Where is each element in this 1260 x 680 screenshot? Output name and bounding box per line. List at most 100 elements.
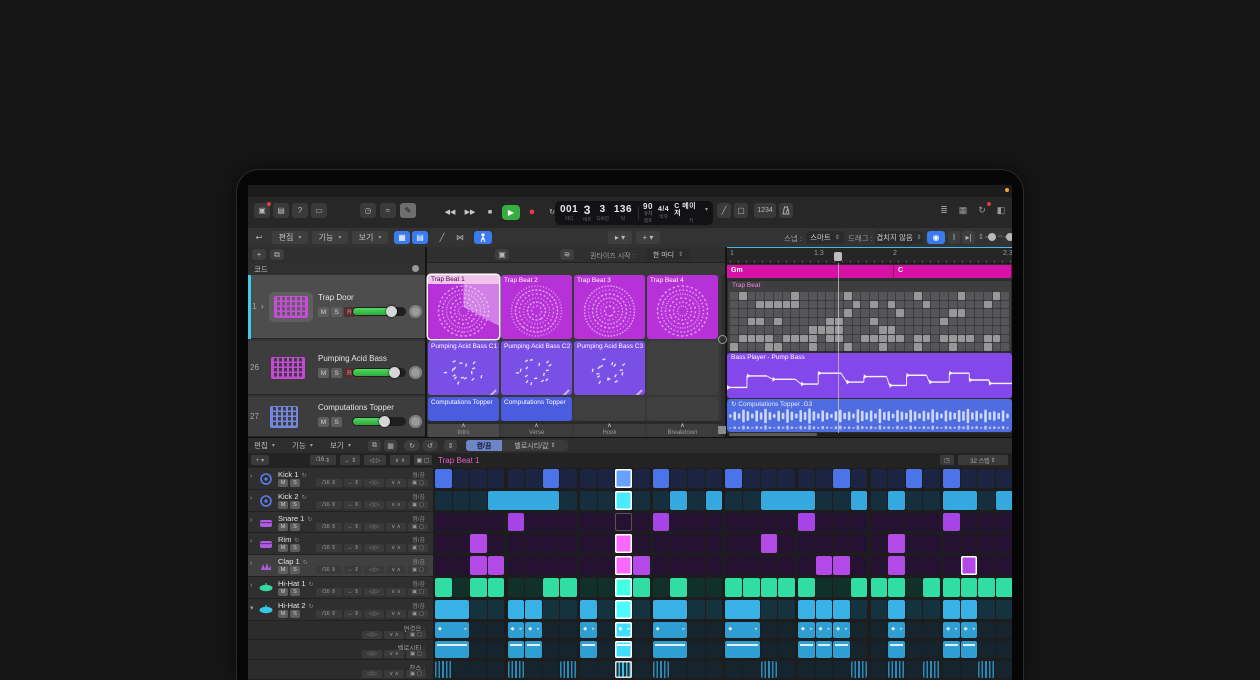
pattern-step[interactable] [861, 318, 869, 326]
step-cell[interactable] [580, 469, 597, 488]
pattern-step[interactable] [896, 309, 904, 317]
pattern-step[interactable] [966, 343, 974, 351]
chord-global-track[interactable]: 코드 [248, 262, 425, 276]
loop-cell-trap-beat-2[interactable]: Trap Beat 2 [501, 275, 572, 339]
loop-cell-trap-beat-1[interactable]: Trap Beat 1 [428, 275, 499, 339]
step-cell[interactable] [816, 556, 833, 575]
disclosure-icon[interactable]: › [250, 517, 252, 524]
m-button[interactable]: M [278, 588, 288, 596]
pattern-step[interactable] [914, 309, 922, 317]
pattern-step[interactable] [931, 301, 939, 309]
pattern-step[interactable] [800, 343, 808, 351]
octave-header-buttons[interactable]: ∨ ∧ [390, 455, 410, 465]
step-cell[interactable] [435, 491, 452, 510]
step-cell[interactable] [508, 641, 525, 658]
pattern-step[interactable] [765, 326, 773, 334]
step-cell[interactable] [598, 556, 615, 575]
step-cell[interactable] [435, 661, 452, 678]
arrange-scroll-thumb[interactable] [729, 433, 817, 436]
step-cell[interactable] [888, 513, 905, 532]
pattern-step[interactable] [888, 326, 896, 334]
pattern-step[interactable] [958, 343, 966, 351]
division-select[interactable]: /16 ⇕ [316, 544, 342, 552]
s-button[interactable]: S [331, 368, 342, 378]
pattern-step[interactable] [870, 292, 878, 300]
pattern-step[interactable] [818, 292, 826, 300]
step-cell[interactable] [560, 600, 577, 619]
pattern-step[interactable] [739, 326, 747, 334]
step-cell[interactable] [978, 578, 995, 597]
track-row-pumping-acid-bass[interactable]: 26Pumping Acid BassMSRI [248, 341, 425, 395]
step-cell[interactable] [453, 491, 470, 510]
step-cell[interactable] [598, 578, 615, 597]
step-cell[interactable] [833, 600, 850, 619]
step-cell[interactable] [798, 641, 815, 658]
step-cell[interactable] [906, 600, 923, 619]
pan-knob[interactable] [409, 305, 422, 318]
octave-buttons[interactable]: ∨ ∧ [386, 544, 406, 552]
step-cell[interactable] [435, 600, 469, 619]
rotate-buttons[interactable]: ◁ ▷ [364, 588, 384, 596]
step-cell[interactable] [525, 661, 542, 678]
pattern-step[interactable] [984, 326, 992, 334]
step-cell[interactable] [943, 578, 960, 597]
scene-trigger-verse[interactable]: ∧Verse [501, 424, 572, 437]
step-cell[interactable] [615, 578, 632, 597]
pattern-step[interactable] [993, 292, 1001, 300]
step-cell[interactable] [816, 534, 833, 553]
step-cell[interactable] [778, 622, 795, 639]
loop-browser-icon[interactable]: ↻ [974, 203, 990, 218]
step-cell[interactable] [706, 556, 723, 575]
scene-grid-icon[interactable] [718, 426, 726, 434]
step-cell[interactable] [470, 641, 487, 658]
seq-row-header-rim[interactable]: ›Rim↻켬/끔MS/16 ⇕→ ⇕◁ ▷∨ ∧▣ ▢ [248, 533, 433, 555]
step-cell[interactable] [761, 622, 778, 639]
pattern-step[interactable] [756, 343, 764, 351]
pattern-step[interactable] [809, 301, 817, 309]
step-cell[interactable] [871, 578, 888, 597]
step-cell[interactable] [488, 534, 505, 553]
step-cell[interactable] [888, 578, 905, 597]
rotate-buttons[interactable]: ◁ ▷ [364, 544, 384, 552]
step-cell[interactable] [598, 469, 615, 488]
step-cell[interactable] [453, 469, 470, 488]
rotate-left-icon[interactable]: ↺ [422, 440, 438, 451]
pattern-step[interactable] [975, 292, 983, 300]
fill-buttons[interactable]: ▣ ▢ [408, 566, 428, 574]
media-browser-icon[interactable]: ◧ [993, 203, 1009, 218]
step-cell[interactable] [725, 534, 742, 553]
pattern-step[interactable] [966, 335, 974, 343]
step-cell[interactable] [525, 641, 542, 658]
step-cell[interactable] [725, 641, 759, 658]
pattern-step[interactable] [774, 301, 782, 309]
step-cell[interactable] [615, 641, 632, 658]
step-cell[interactable] [906, 556, 923, 575]
step-cell[interactable] [508, 556, 525, 575]
pattern-step[interactable] [879, 301, 887, 309]
m-button[interactable]: M [278, 501, 288, 509]
loop-cell-empty[interactable] [647, 341, 718, 395]
division-select[interactable]: /16 ⇕ [316, 479, 342, 487]
disclosure-icon[interactable]: › [261, 302, 264, 311]
pattern-step[interactable] [818, 326, 826, 334]
pattern-step[interactable] [809, 318, 817, 326]
step-cell[interactable] [560, 491, 577, 510]
loop-cell-pumping-acid-bass-c2[interactable]: Pumping Acid Bass C2 [501, 341, 572, 395]
step-cell[interactable] [470, 491, 487, 510]
pattern-step[interactable] [896, 318, 904, 326]
pattern-step[interactable] [888, 292, 896, 300]
step-cell[interactable] [706, 622, 723, 639]
step-cell[interactable] [851, 578, 868, 597]
step-cell[interactable] [653, 641, 687, 658]
step-cell[interactable] [761, 513, 778, 532]
step-cell[interactable] [978, 556, 995, 575]
step-cell[interactable]: ◆▸ [943, 622, 960, 639]
pattern-step[interactable] [993, 301, 1001, 309]
step-cell[interactable] [688, 600, 705, 619]
step-cell[interactable] [906, 622, 923, 639]
disclosure-icon[interactable]: › [250, 495, 252, 502]
fill-buttons[interactable]: ▣ ▢ [408, 588, 428, 596]
step-cell[interactable] [778, 534, 795, 553]
pattern-step[interactable] [756, 335, 764, 343]
chord-track-power-icon[interactable] [412, 265, 419, 272]
